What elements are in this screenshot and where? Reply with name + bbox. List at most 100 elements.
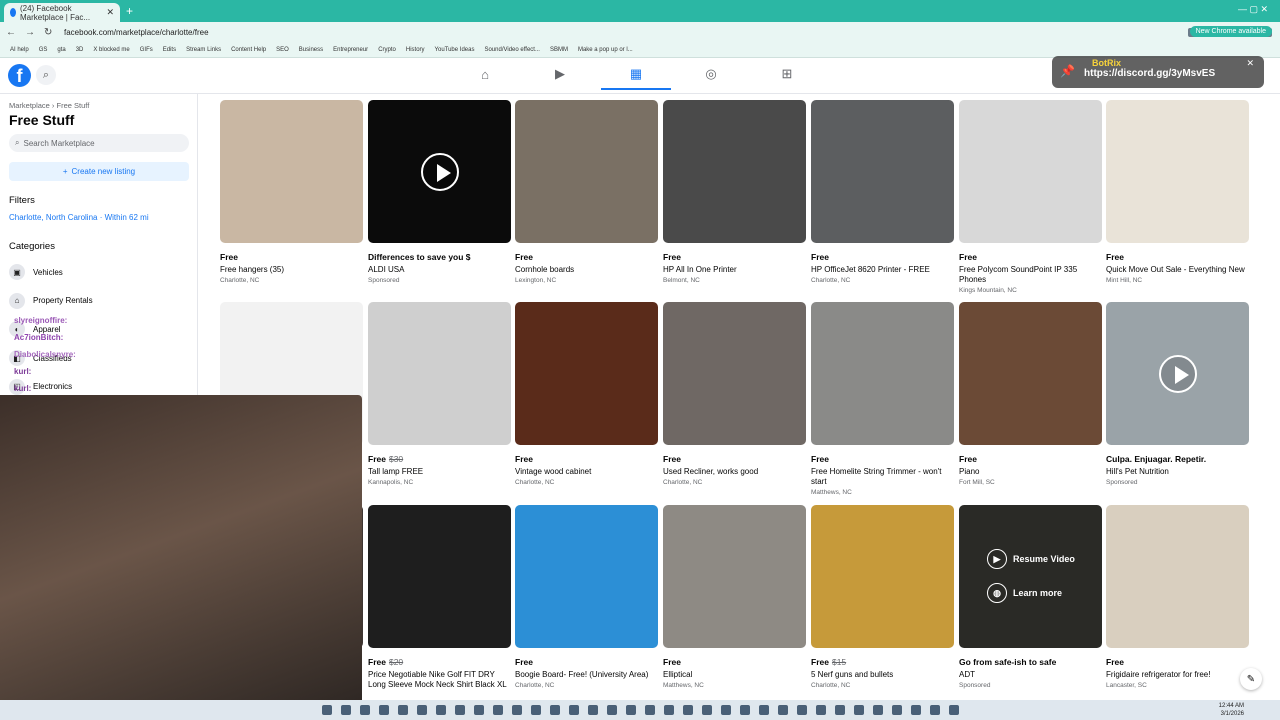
listing-card[interactable]: Differences to save you $ ALDI USA Sponsor… [368, 100, 511, 284]
marketplace-icon[interactable]: ▦ [628, 66, 644, 82]
listing-photo[interactable] [663, 302, 806, 445]
listing-photo[interactable] [515, 302, 658, 445]
listing-card[interactable]: Free Quick Move Out Sale - Everything New… [1106, 100, 1249, 284]
taskbar-app-icon[interactable] [720, 705, 731, 715]
taskbar-app-icon[interactable] [340, 705, 351, 715]
listing-card[interactable]: Free Frigidaire refrigerator for free! Lan… [1106, 505, 1249, 689]
taskbar-app-icon[interactable] [587, 705, 598, 715]
listing-card[interactable]: Free Used Recliner, works good Charlotte, … [663, 302, 806, 486]
bookmark-item[interactable]: Crypto [378, 47, 396, 53]
gaming-icon[interactable]: ⊞ [779, 66, 795, 82]
listing-card[interactable]: Free Free hangers (35) Charlotte, NC [220, 100, 363, 284]
bookmark-item[interactable]: Business [299, 47, 323, 53]
listing-photo[interactable] [663, 505, 806, 648]
listing-photo[interactable] [1106, 302, 1249, 445]
listing-photo[interactable] [368, 302, 511, 445]
listing-card[interactable]: Free HP OfficeJet 8620 Printer - FREE Char… [811, 100, 954, 284]
bookmark-item[interactable]: Edits [163, 47, 176, 53]
listing-card[interactable]: Free Boogie Board- Free! (University Area… [515, 505, 658, 689]
new-tab-icon[interactable]: + [126, 4, 133, 18]
listing-photo[interactable] [959, 100, 1102, 243]
listing-photo[interactable] [811, 302, 954, 445]
taskbar-app-icon[interactable] [625, 705, 636, 715]
listing-photo[interactable] [515, 505, 658, 648]
listing-card[interactable]: Free Vintage wood cabinet Charlotte, NC [515, 302, 658, 486]
bookmark-item[interactable]: GIFs [140, 47, 153, 53]
listing-card[interactable]: Free Free Polycom SoundPoint IP 335 Phone… [959, 100, 1102, 294]
bookmark-item[interactable]: AI help [10, 47, 29, 53]
new-message-button[interactable]: ✎ [1240, 668, 1262, 690]
close-icon[interactable]: ✕ [1246, 58, 1254, 69]
listing-photo[interactable] [959, 302, 1102, 445]
bookmark-item[interactable]: 3D [76, 47, 84, 53]
listing-card[interactable]: Free Cornhole boards Lexington, NC [515, 100, 658, 284]
listing-photo[interactable] [1106, 100, 1249, 243]
taskbar-app-icon[interactable] [929, 705, 940, 715]
forward-icon[interactable]: → [25, 27, 35, 38]
taskbar-app-icon[interactable] [758, 705, 769, 715]
taskbar-app-icon[interactable] [454, 705, 465, 715]
facebook-logo-icon[interactable]: f [8, 64, 31, 87]
taskbar-app-icon[interactable] [777, 705, 788, 715]
taskbar-app-icon[interactable] [644, 705, 655, 715]
taskbar-app-icon[interactable] [682, 705, 693, 715]
taskbar-app-icon[interactable] [796, 705, 807, 715]
taskbar-app-icon[interactable] [891, 705, 902, 715]
bookmark-item[interactable]: GS [39, 47, 48, 53]
listing-photo[interactable] [220, 100, 363, 243]
listing-card[interactable]: Free Piano Fort Mill, SC [959, 302, 1102, 486]
bookmark-item[interactable]: Make a pop up or l... [578, 47, 633, 53]
search-icon[interactable]: ⌕ [36, 65, 56, 85]
category-item[interactable]: ▣ Vehicles [9, 258, 98, 287]
listing-photo[interactable] [368, 505, 511, 648]
taskbar-app-icon[interactable] [948, 705, 959, 715]
category-item[interactable]: ⌂ Property Rentals [9, 287, 98, 316]
taskbar-app-icon[interactable] [321, 705, 332, 715]
listing-card[interactable]: Free Free Homelite String Trimmer - won't… [811, 302, 954, 496]
listing-photo[interactable]: ▶ Resume Video ◍ Learn more [959, 505, 1102, 648]
listing-card[interactable]: Free HP All In One Printer Belmont, NC [663, 100, 806, 284]
browser-tab[interactable]: (24) Facebook Marketplace | Fac... ✕ [4, 3, 120, 22]
taskbar-app-icon[interactable] [606, 705, 617, 715]
taskbar-app-icon[interactable] [663, 705, 674, 715]
bookmark-item[interactable]: Stream Links [186, 47, 221, 53]
taskbar-app-icon[interactable] [492, 705, 503, 715]
taskbar-app-icon[interactable] [739, 705, 750, 715]
listing-card[interactable]: Free $30 Tall lamp FREE Kannapolis, NC [368, 302, 511, 486]
taskbar-app-icon[interactable] [910, 705, 921, 715]
taskbar-app-icon[interactable] [416, 705, 427, 715]
taskbar-app-icon[interactable] [549, 705, 560, 715]
listing-photo[interactable] [663, 100, 806, 243]
listing-photo[interactable] [811, 505, 954, 648]
listing-card[interactable]: ▶ Resume Video ◍ Learn more Go from safe-ish… [959, 505, 1102, 689]
reload-icon[interactable]: ↻ [44, 27, 52, 38]
listing-photo[interactable] [368, 100, 511, 243]
home-icon[interactable]: ⌂ [477, 66, 493, 82]
new-chrome-badge[interactable]: New Chrome available [1189, 26, 1272, 37]
listing-photo[interactable] [1106, 505, 1249, 648]
taskbar-app-icon[interactable] [397, 705, 408, 715]
play-icon[interactable] [1158, 354, 1197, 393]
listing-card[interactable]: Free $20 Price Negotiable Nike Golf FIT DR… [368, 505, 511, 692]
bookmark-item[interactable]: Content Help [231, 47, 266, 53]
video-icon[interactable]: ▶ [552, 66, 568, 82]
taskbar-app-icon[interactable] [853, 705, 864, 715]
create-listing-button[interactable]: + Create new listing [9, 162, 189, 181]
bookmark-item[interactable]: YouTube Ideas [435, 47, 475, 53]
taskbar-app-icon[interactable] [530, 705, 541, 715]
taskbar-app-icon[interactable] [473, 705, 484, 715]
taskbar-app-icon[interactable] [359, 705, 370, 715]
taskbar-app-icon[interactable] [568, 705, 579, 715]
taskbar-app-icon[interactable] [834, 705, 845, 715]
bookmark-item[interactable]: X blocked me [93, 47, 129, 53]
listing-card[interactable]: Culpa. Enjuagar. Repetir. Hill's Pet Nutr… [1106, 302, 1249, 486]
listing-photo[interactable] [515, 100, 658, 243]
taskbar-app-icon[interactable] [701, 705, 712, 715]
bookmark-item[interactable]: Entrepreneur [333, 47, 368, 53]
listing-card[interactable]: Free $15 5 Nerf guns and bullets Charlotte,… [811, 505, 954, 689]
back-icon[interactable]: ← [6, 27, 16, 38]
taskbar-app-icon[interactable] [378, 705, 389, 715]
taskbar-app-icon[interactable] [435, 705, 446, 715]
taskbar-app-icon[interactable] [815, 705, 826, 715]
learn-more-button[interactable]: ◍ Learn more [987, 583, 1062, 603]
